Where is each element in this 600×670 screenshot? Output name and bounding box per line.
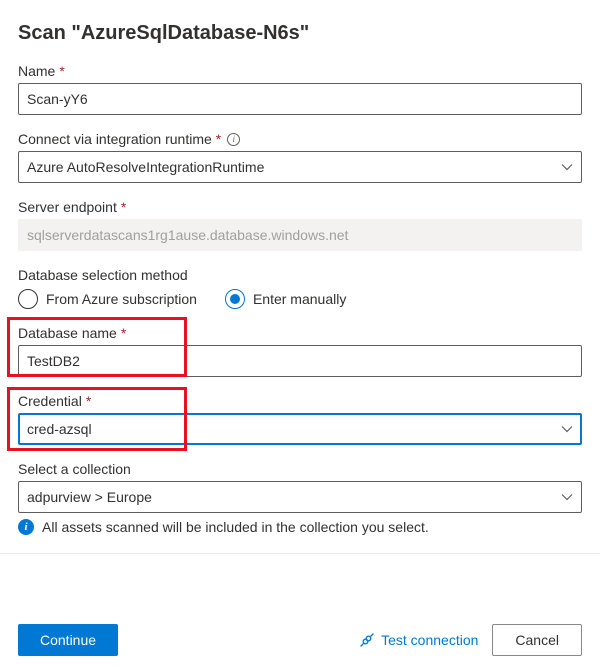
collection-label: Select a collection [18, 461, 582, 477]
divider [0, 553, 600, 554]
cancel-button[interactable]: Cancel [492, 624, 582, 656]
required-marker: * [59, 63, 64, 79]
credential-label: Credential * [18, 393, 582, 409]
required-marker: * [86, 393, 91, 409]
endpoint-label: Server endpoint * [18, 199, 582, 215]
required-marker: * [216, 131, 221, 147]
chevron-down-icon [561, 423, 573, 435]
collection-select[interactable]: adpurview > Europe [18, 481, 582, 513]
dbname-input[interactable]: TestDB2 [18, 345, 582, 377]
selection-label: Database selection method [18, 267, 582, 283]
credential-select[interactable]: cred-azsql [18, 413, 582, 445]
info-text: All assets scanned will be included in t… [42, 519, 429, 535]
required-marker: * [121, 199, 126, 215]
radio-from-subscription[interactable]: From Azure subscription [18, 289, 197, 309]
radio-icon [18, 289, 38, 309]
info-icon[interactable]: i [227, 133, 240, 146]
dbname-label: Database name * [18, 325, 582, 341]
runtime-select[interactable]: Azure AutoResolveIntegrationRuntime [18, 151, 582, 183]
page-title: Scan "AzureSqlDatabase-N6s" [18, 22, 582, 45]
plug-icon [359, 632, 375, 648]
runtime-label: Connect via integration runtime * i [18, 131, 582, 147]
info-icon: i [18, 519, 34, 535]
required-marker: * [121, 325, 126, 341]
chevron-down-icon [561, 491, 573, 503]
test-connection-button[interactable]: Test connection [359, 632, 478, 648]
name-label: Name * [18, 63, 582, 79]
chevron-down-icon [561, 161, 573, 173]
continue-button[interactable]: Continue [18, 624, 118, 656]
name-input[interactable]: Scan-yY6 [18, 83, 582, 115]
radio-enter-manually[interactable]: Enter manually [225, 289, 346, 309]
radio-icon [225, 289, 245, 309]
endpoint-input: sqlserverdatascans1rg1ause.database.wind… [18, 219, 582, 251]
